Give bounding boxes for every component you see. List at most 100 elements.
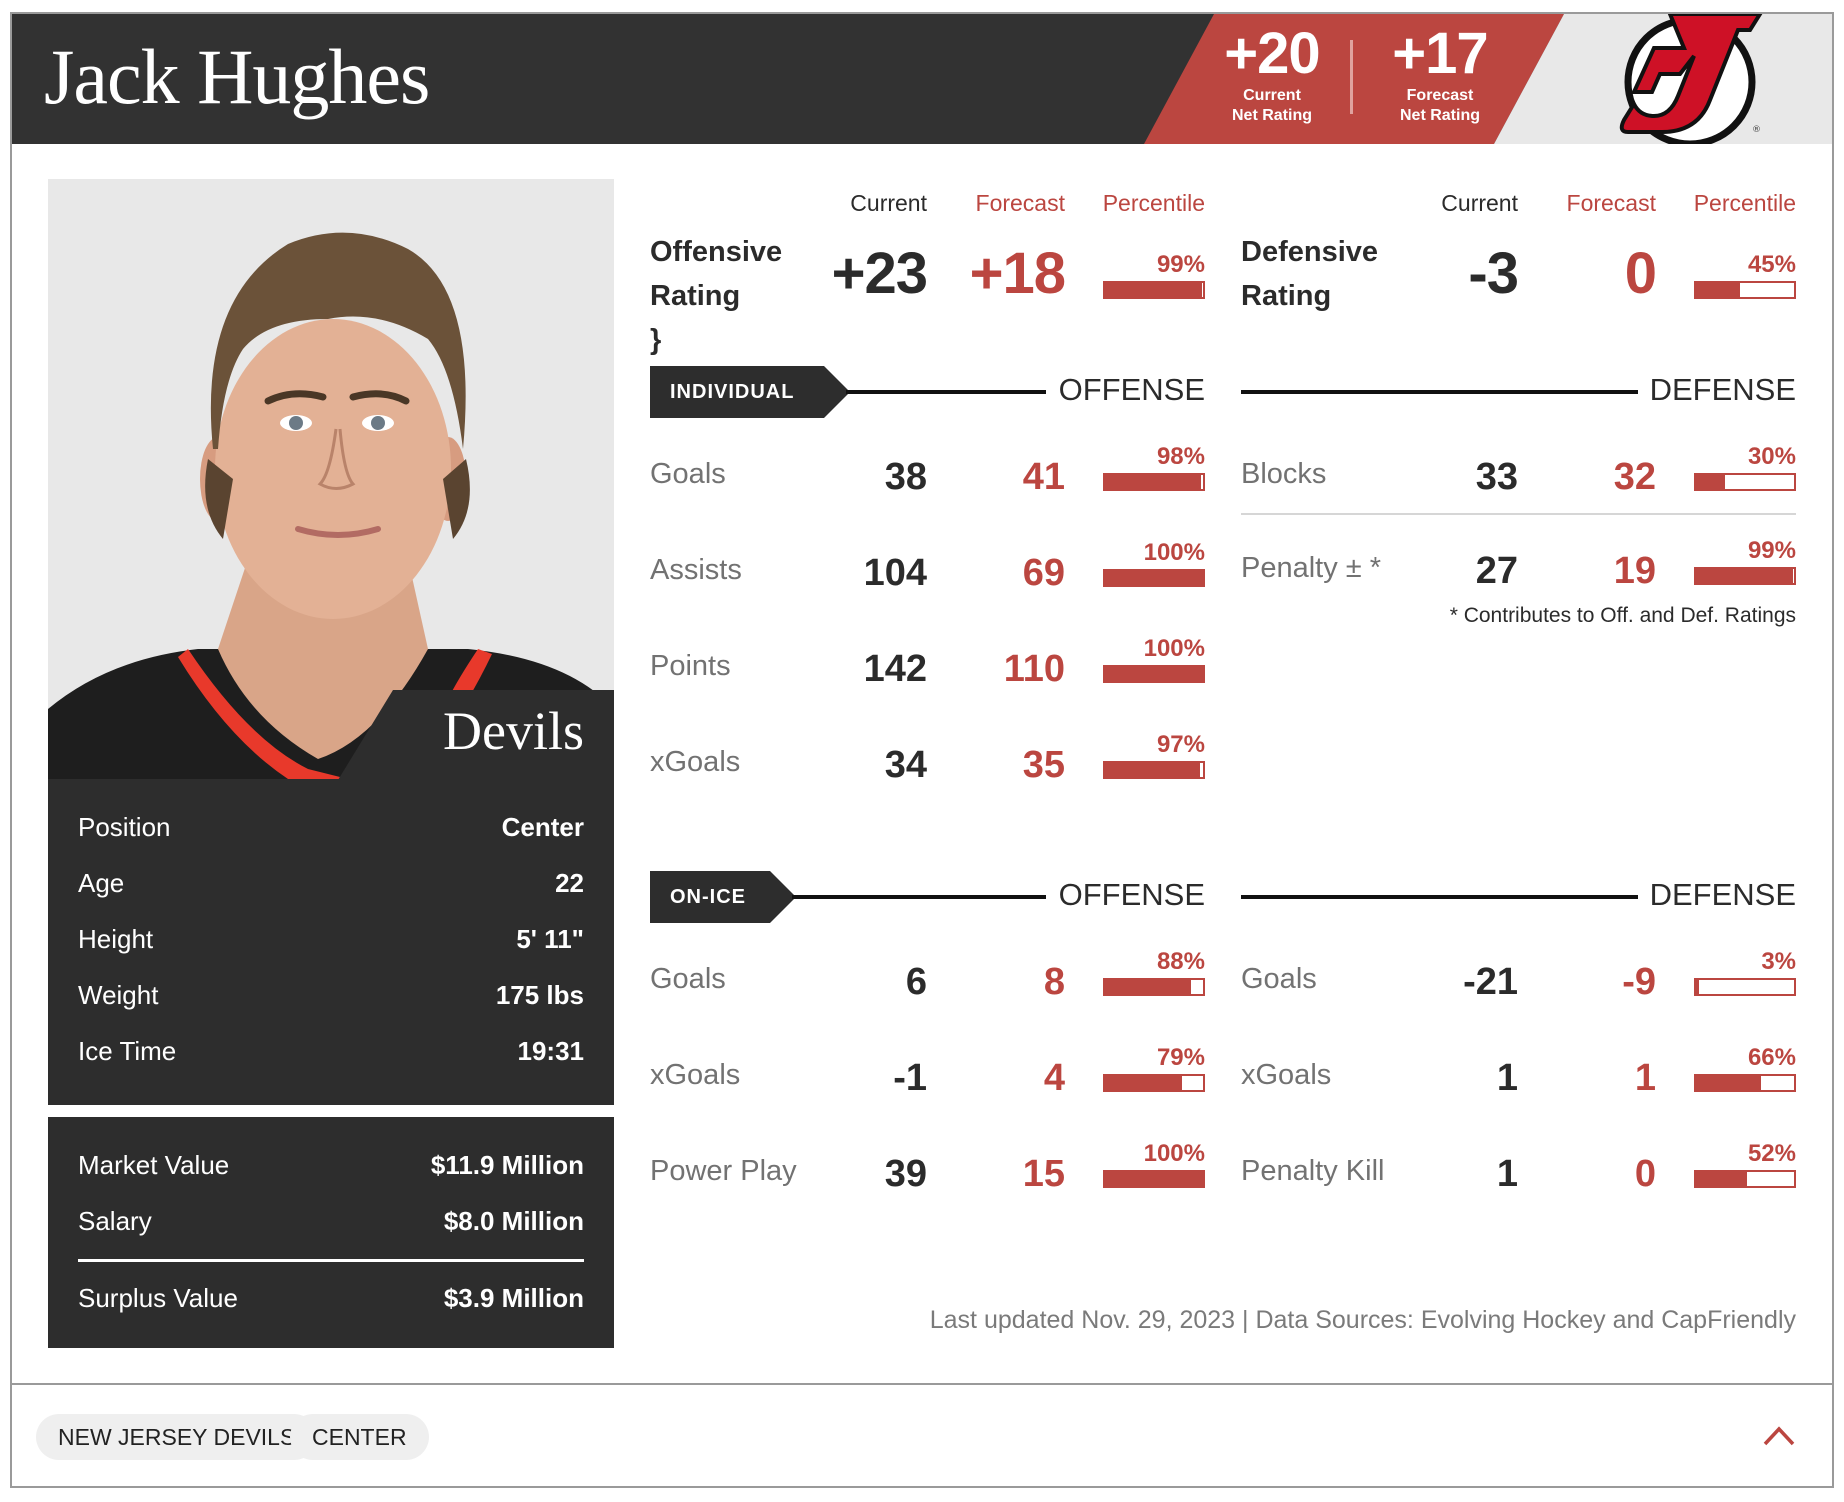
section-divider-line: [792, 895, 1046, 899]
stat-percentile: 52%: [1694, 1141, 1796, 1188]
contract-panel: Market Value $11.9 Million Salary $8.0 M…: [48, 1117, 614, 1348]
stat-forecast: -9: [1622, 961, 1656, 1003]
individual-defense-header: DEFENSE: [1241, 366, 1796, 416]
stat-forecast: 32: [1613, 456, 1656, 498]
percentile-label: 45%: [1747, 251, 1796, 278]
percentile-bar: [1694, 978, 1796, 996]
percentile-bar-fill: [1105, 1076, 1183, 1090]
last-updated-text: Last updated Nov. 29, 2023 | Data Source…: [929, 1306, 1796, 1334]
section-title-defense: DEFENSE: [1649, 372, 1796, 407]
section-title-defense: DEFENSE: [1649, 877, 1796, 912]
percentile-bar-fill: [1696, 1076, 1761, 1090]
percentile-bar: [1103, 473, 1205, 491]
net-rating-band: [1144, 14, 1564, 144]
stat-label: Goals: [650, 458, 726, 490]
percentile-label: 52%: [1747, 1140, 1796, 1167]
info-row-height: Height 5' 11": [78, 911, 584, 967]
tag-position[interactable]: CENTER: [290, 1414, 429, 1460]
info-value: 175 lbs: [495, 979, 584, 1010]
stat-current: 1: [1496, 1153, 1518, 1195]
percentile-label: 30%: [1747, 443, 1796, 470]
stat-forecast: 0: [1634, 1153, 1656, 1195]
percentile-label: 100%: [1143, 635, 1205, 662]
stat-forecast: 15: [1022, 1153, 1065, 1195]
percentile-bar-fill: [1105, 1172, 1203, 1186]
percentile-label: 99%: [1747, 537, 1796, 564]
stat-current: 33: [1475, 456, 1518, 498]
info-label: Weight: [78, 979, 159, 1010]
forecast-net-rating: +17 Forecast Net Rating: [1380, 22, 1500, 126]
current-net-rating-value: +20: [1224, 21, 1320, 86]
percentile-bar: [1103, 281, 1205, 299]
stat-current: 104: [863, 552, 927, 594]
footnote: * Contributes to Off. and Def. Ratings: [1449, 604, 1796, 627]
individual-defense-row: Penalty ± * 27 19 99%: [1241, 538, 1796, 598]
stat-label: xGoals: [650, 746, 741, 778]
percentile-bar: [1694, 1170, 1796, 1188]
on-ice-defense-row: Goals -21 -9 3%: [1241, 949, 1796, 1009]
player-photo: [48, 179, 614, 779]
percentile-bar: [1103, 1170, 1205, 1188]
footer-divider: [12, 1383, 1832, 1385]
percentile-bar-fill: [1105, 571, 1203, 585]
individual-offense-row: Assists 104 69 100%: [650, 540, 1205, 600]
percentile-bar: [1694, 281, 1796, 299]
percentile-bar: [1694, 473, 1796, 491]
money-row-market-value: Market Value $11.9 Million: [78, 1137, 584, 1193]
percentile-bar-fill: [1696, 569, 1794, 583]
on-ice-offense-row: Goals 6 8 88%: [650, 949, 1205, 1009]
net-rating-divider: [1350, 40, 1353, 114]
section-divider-line: [1241, 895, 1638, 899]
tag-team[interactable]: NEW JERSEY DEVILS: [36, 1414, 318, 1460]
defensive-rating-percentile: 45%: [1694, 252, 1796, 299]
stat-percentile: 100%: [1103, 636, 1205, 683]
stat-forecast: 1: [1634, 1057, 1656, 1099]
column-header-percentile: Percentile: [1102, 190, 1205, 216]
column-header-current: Current: [1441, 190, 1518, 216]
percentile-label: 100%: [1143, 539, 1205, 566]
percentile-label: 88%: [1156, 948, 1205, 975]
stat-label: Power Play: [650, 1155, 797, 1187]
money-row-surplus-value: Surplus Value $3.9 Million: [78, 1270, 584, 1326]
individual-offense-row: Points 142 110 100%: [650, 636, 1205, 696]
on-ice-defense-header: DEFENSE: [1241, 871, 1796, 921]
stat-label: Goals: [1241, 963, 1317, 995]
on-ice-defense-row: Penalty Kill 1 0 52%: [1241, 1141, 1796, 1201]
row-divider: [1241, 513, 1796, 515]
stat-label: xGoals: [650, 1059, 741, 1091]
column-header-forecast: Forecast: [975, 190, 1065, 216]
offensive-rating-current: +23: [831, 241, 928, 306]
stat-label: Assists: [650, 554, 742, 586]
money-divider: [78, 1259, 584, 1262]
svg-text:®: ®: [1752, 125, 1761, 135]
defensive-rating-label: Defensive Rating: [1241, 230, 1378, 318]
individual-defense-row: Blocks 33 32 30%: [1241, 444, 1796, 504]
player-card: Jack Hughes +20 Current Net Rating +17 F…: [10, 12, 1834, 1488]
team-name: Devils: [443, 701, 584, 761]
defensive-rating-block: Current Forecast Percentile Defensive Ra…: [1241, 190, 1796, 320]
stat-label: Blocks: [1241, 458, 1327, 490]
section-title-offense: OFFENSE: [1058, 877, 1205, 912]
stat-current: 34: [884, 744, 927, 786]
section-divider-line: [846, 390, 1046, 394]
money-label: Salary: [78, 1205, 152, 1236]
info-value: 5' 11": [516, 923, 584, 954]
section-tag-individual: INDIVIDUAL: [650, 366, 850, 418]
stat-forecast: 41: [1022, 456, 1065, 498]
stat-current: 1: [1496, 1057, 1518, 1099]
stat-percentile: 79%: [1103, 1045, 1205, 1092]
money-label: Surplus Value: [78, 1282, 238, 1313]
stat-label: Penalty Kill: [1241, 1155, 1385, 1187]
player-info-panel: Position Center Age 22 Height 5' 11" Wei…: [48, 779, 614, 1105]
percentile-label: 100%: [1143, 1140, 1205, 1167]
player-name: Jack Hughes: [44, 33, 430, 120]
chevron-up-icon[interactable]: [1762, 1424, 1796, 1448]
offensive-rating-percentile: 99%: [1103, 252, 1205, 299]
stat-label: xGoals: [1241, 1059, 1332, 1091]
offensive-rating-block: Current Forecast Percentile Offensive Ra…: [650, 190, 1205, 356]
percentile-bar-fill: [1105, 475, 1202, 489]
stat-current: 142: [863, 648, 927, 690]
stat-label: Points: [650, 650, 731, 682]
percentile-bar-fill: [1105, 980, 1192, 994]
stat-current: -1: [893, 1057, 927, 1099]
